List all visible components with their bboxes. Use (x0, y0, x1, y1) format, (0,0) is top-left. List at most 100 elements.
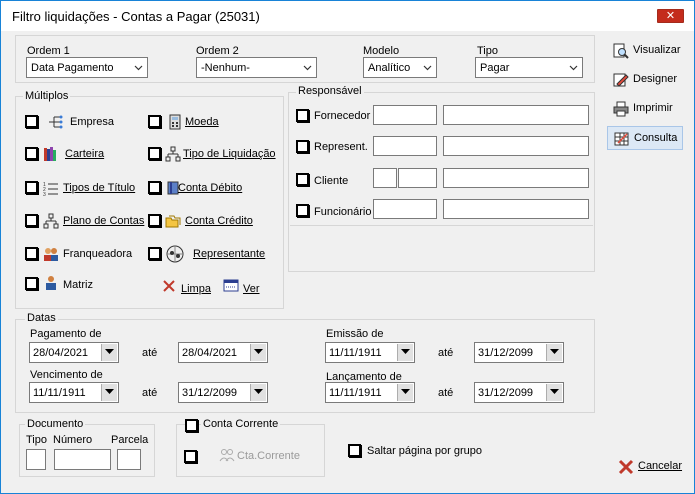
title-bar: Filtro liquidações - Contas a Pagar (250… (1, 1, 694, 31)
date-dropdown-button[interactable] (546, 384, 562, 401)
moeda-label: Moeda (185, 116, 219, 128)
date-dropdown-button[interactable] (250, 384, 266, 401)
design-pencil-icon (613, 73, 629, 87)
date-dropdown-button[interactable] (397, 344, 413, 361)
doc-numero-input[interactable] (54, 449, 111, 470)
cliente-prefix-input[interactable] (373, 168, 397, 188)
empresa-label: Empresa (70, 116, 115, 128)
saltar-pagina-label: Saltar página por grupo (367, 445, 482, 457)
conta-corrente-checkbox[interactable] (185, 419, 198, 432)
cliente-name-input[interactable] (443, 168, 589, 188)
date-dropdown-button[interactable] (101, 384, 117, 401)
matriz-checkbox[interactable] (25, 277, 38, 290)
franqueadora-checkbox[interactable] (25, 247, 38, 260)
represent-checkbox[interactable] (296, 140, 309, 153)
vencimento-to-date[interactable]: 31/12/2099 (178, 382, 268, 403)
represent-code-input[interactable] (373, 136, 437, 156)
conta-credito-checkbox[interactable] (148, 214, 161, 227)
imprimir-button[interactable]: Imprimir (607, 97, 683, 121)
empresa-checkbox[interactable] (25, 115, 38, 128)
cta-corrente-button[interactable]: Cta.Corrente (237, 450, 300, 462)
designer-button[interactable]: Designer (607, 68, 683, 92)
fornecedor-code-input[interactable] (373, 105, 437, 125)
plano-contas-checkbox[interactable] (25, 214, 38, 227)
represent-name-input[interactable] (443, 136, 589, 156)
representante-label: Representante (193, 248, 265, 260)
matriz-label: Matriz (63, 279, 93, 291)
ordem2-value: -Nenhum- (201, 62, 250, 74)
tipos-titulo-checkbox[interactable] (25, 181, 38, 194)
emissao-to-date[interactable]: 31/12/2099 (474, 342, 564, 363)
ate-label: até (438, 347, 454, 359)
cancelar-text: Cancelar (638, 460, 683, 472)
fornecedor-checkbox[interactable] (296, 109, 309, 122)
clear-x-icon[interactable] (162, 279, 176, 293)
cliente-checkbox[interactable] (296, 173, 309, 186)
representante-checkbox[interactable] (148, 247, 161, 260)
cta-corrente-enable-checkbox[interactable] (184, 450, 197, 463)
vencimento-label: Vencimento de (30, 369, 103, 381)
people-icon (44, 248, 58, 261)
chevron-down-icon (134, 65, 143, 71)
window-title: Filtro liquidações - Contas a Pagar (250… (12, 9, 260, 24)
person-icon (46, 276, 56, 290)
dropdown-arrow-icon (105, 349, 114, 354)
funcionario-label: Funcionário (314, 206, 372, 218)
doc-parcela-input[interactable] (117, 449, 141, 470)
visualizar-button[interactable]: Visualizar (607, 39, 683, 63)
view-window-icon[interactable] (223, 279, 239, 292)
ordem2-select[interactable]: -Nenhum- (196, 57, 317, 78)
modelo-select[interactable]: Analítico (363, 57, 437, 78)
conta-credito-label: Conta Crédito (185, 215, 253, 227)
representante-text: Representante (193, 248, 266, 260)
dropdown-arrow-icon (550, 389, 559, 394)
moeda-checkbox[interactable] (148, 115, 161, 128)
lancamento-to-date[interactable]: 31/12/2099 (474, 382, 564, 403)
ordem1-select[interactable]: Data Pagamento (26, 57, 148, 78)
consulta-button[interactable]: Consulta (607, 126, 683, 150)
cancelar-button[interactable]: Cancelar (612, 455, 688, 479)
dropdown-arrow-icon (401, 349, 410, 354)
datas-title: Datas (25, 312, 58, 324)
pagamento-from-date[interactable]: 28/04/2021 (29, 342, 119, 363)
emissao-to-value: 31/12/2099 (478, 347, 534, 359)
funcionario-code-input[interactable] (373, 199, 437, 219)
date-dropdown-button[interactable] (250, 344, 266, 361)
ver-button[interactable]: Ver (243, 283, 260, 295)
vencimento-from-date[interactable]: 11/11/1911 (29, 382, 119, 403)
chevron-down-icon (423, 65, 432, 71)
conta-debito-checkbox[interactable] (148, 181, 161, 194)
conta-debito-label: Conta Débito (178, 182, 242, 194)
doc-tipo-input[interactable] (26, 449, 46, 470)
vencimento-to-value: 31/12/2099 (182, 387, 238, 399)
tipos-titulo-label: Tipos de Título (63, 182, 135, 194)
close-button[interactable]: ✕ (657, 9, 684, 23)
ordem1-value: Data Pagamento (31, 62, 114, 74)
magnifier-page-icon (613, 43, 629, 59)
date-dropdown-button[interactable] (397, 384, 413, 401)
funcionario-checkbox[interactable] (296, 204, 309, 217)
funcionario-name-input[interactable] (443, 199, 589, 219)
tipo-select[interactable]: Pagar (475, 57, 583, 78)
date-dropdown-button[interactable] (101, 344, 117, 361)
fornecedor-name-input[interactable] (443, 105, 589, 125)
limpa-text: Limpa (181, 283, 211, 295)
tipo-liquidacao-checkbox[interactable] (148, 147, 161, 160)
saltar-pagina-checkbox[interactable] (348, 444, 361, 457)
date-dropdown-button[interactable] (546, 344, 562, 361)
tipo-label: Tipo (477, 45, 498, 57)
lancamento-from-date[interactable]: 11/11/1911 (325, 382, 415, 403)
conta-debito-text: Conta Débito (178, 182, 243, 194)
globe-people-icon (166, 245, 184, 263)
fornecedor-label: Fornecedor (314, 110, 371, 122)
pagamento-to-value: 28/04/2021 (182, 347, 238, 359)
calculator-icon (169, 114, 181, 130)
pagamento-from-value: 28/04/2021 (33, 347, 89, 359)
carteira-checkbox[interactable] (25, 147, 38, 160)
limpa-button[interactable]: Limpa (181, 283, 211, 295)
conta-corrente-title: Conta Corrente (201, 418, 281, 430)
cliente-code-input[interactable] (398, 168, 437, 188)
plano-contas-label: Plano de Contas (63, 215, 144, 227)
emissao-from-date[interactable]: 11/11/1911 (325, 342, 415, 363)
pagamento-to-date[interactable]: 28/04/2021 (178, 342, 268, 363)
